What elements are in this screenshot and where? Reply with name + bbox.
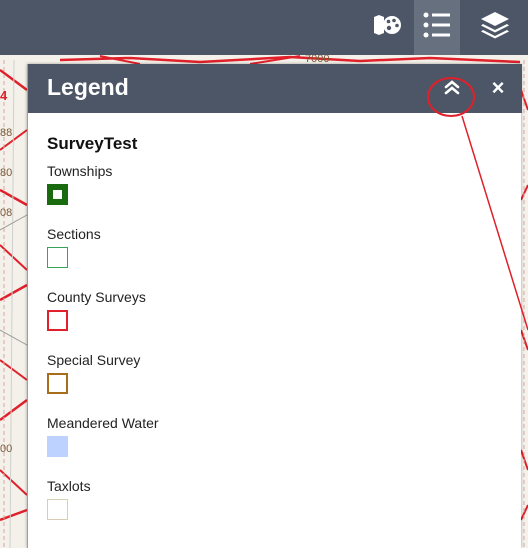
legend-item-meandered-water: Meandered Water — [47, 414, 507, 477]
close-button[interactable]: × — [486, 74, 510, 102]
legend-item-label: County Surveys — [47, 289, 146, 305]
legend-item-sections: Sections — [47, 225, 507, 288]
legend-item-label: Meandered Water — [47, 415, 159, 431]
layers-icon — [479, 10, 511, 45]
legend-list-icon — [422, 11, 452, 44]
legend-item-label: Townships — [47, 163, 113, 179]
legend-swatch — [47, 310, 68, 331]
basemap-gallery-icon — [372, 13, 402, 42]
legend-swatch — [47, 373, 68, 394]
legend-swatch — [47, 184, 68, 205]
legend-item-label: Sections — [47, 226, 101, 242]
double-chevron-up-icon — [443, 78, 461, 101]
legend-button[interactable] — [414, 0, 460, 55]
legend-panel-header: Legend × — [28, 64, 522, 113]
legend-item-label: Taxlots — [47, 478, 91, 494]
legend-item-townships: Townships — [47, 162, 507, 225]
legend-item-county-surveys: County Surveys — [47, 288, 507, 351]
map-label: 80 — [0, 167, 12, 179]
legend-item-taxlots: Taxlots — [47, 477, 507, 540]
panel-title: Legend — [47, 74, 129, 100]
legend-panel: Legend × SurveyTest Townships Sections C… — [27, 64, 522, 548]
legend-swatch — [47, 499, 68, 520]
collapse-button[interactable] — [438, 76, 466, 102]
layer-title: SurveyTest — [47, 134, 138, 153]
map-label: 4 — [0, 88, 8, 103]
legend-body: SurveyTest Townships Sections County Sur… — [47, 134, 507, 540]
legend-item-label: Special Survey — [47, 352, 141, 368]
map-label: 08 — [0, 207, 12, 219]
close-icon: × — [491, 75, 505, 100]
top-toolbar — [0, 0, 528, 55]
layers-button[interactable] — [472, 0, 518, 55]
basemap-gallery-button[interactable] — [364, 0, 410, 55]
legend-item-special-survey: Special Survey — [47, 351, 507, 414]
map-label: 00 — [0, 443, 12, 455]
map-label: 88 — [0, 127, 12, 139]
legend-swatch — [47, 247, 68, 268]
legend-swatch — [47, 436, 68, 457]
